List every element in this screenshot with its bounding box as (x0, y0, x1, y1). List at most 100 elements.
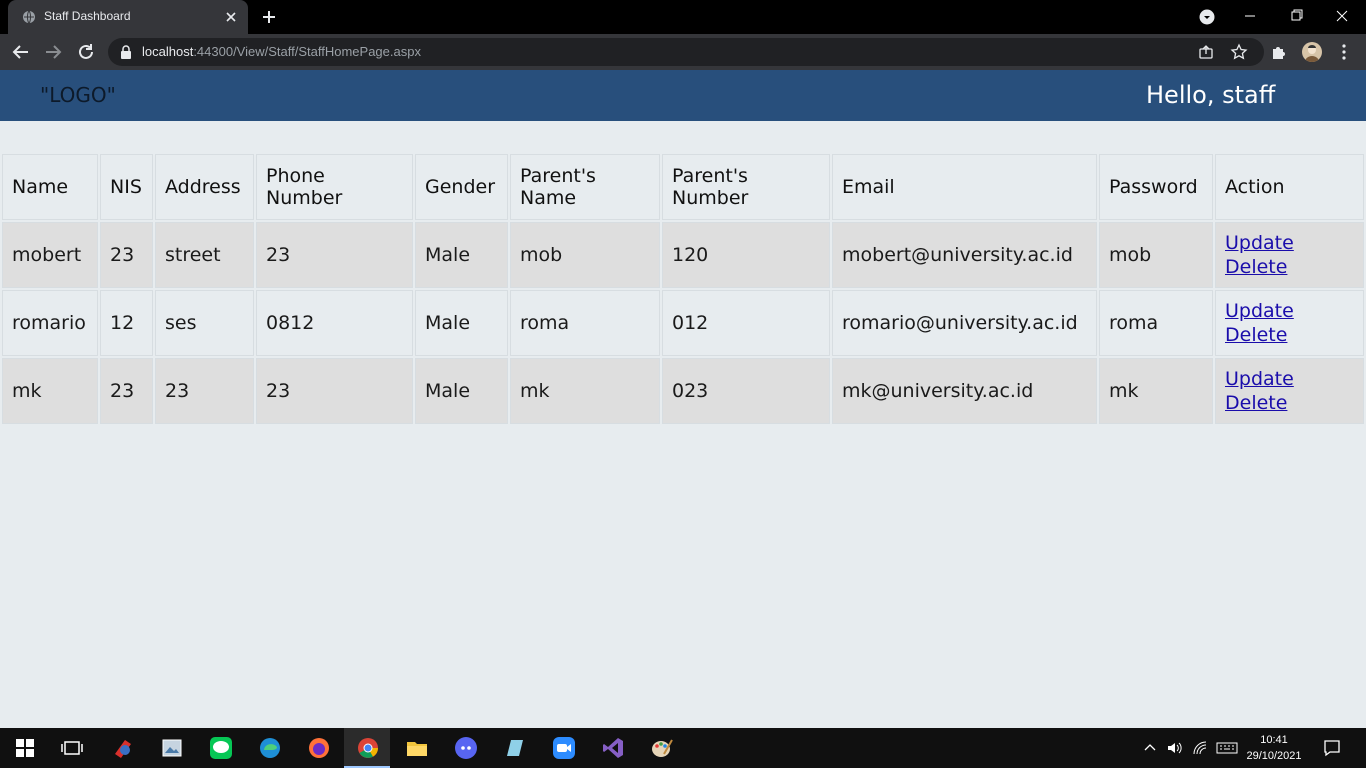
cell-parent-number: 120 (662, 222, 830, 288)
column-header-email: Email (832, 154, 1097, 220)
url-host: localhost (142, 44, 194, 59)
table-header-row: Name NIS Address Phone Number Gender Par… (2, 154, 1364, 220)
cell-password: roma (1099, 290, 1213, 356)
system-clock[interactable]: 10:41 29/10/2021 (1246, 732, 1302, 764)
cell-name: romario (2, 290, 98, 356)
cell-parent-name: mob (510, 222, 660, 288)
clock-time: 10:41 (1260, 734, 1288, 746)
url-path: :44300/View/Staff/StaffHomePage.aspx (193, 44, 421, 59)
discord-icon[interactable] (454, 736, 478, 760)
column-header-parent-name: Parent's Name (510, 154, 660, 220)
chevron-down-icon[interactable] (1199, 9, 1215, 25)
browser-toolbar: localhost:44300/View/Staff/StaffHomePage… (0, 34, 1366, 70)
cell-email: mobert@university.ac.id (832, 222, 1097, 288)
cell-password: mob (1099, 222, 1213, 288)
extensions-icon[interactable] (1270, 43, 1288, 61)
cell-name: mobert (2, 222, 98, 288)
cell-parent-name: roma (510, 290, 660, 356)
cell-address: ses (155, 290, 254, 356)
browser-tab[interactable]: Staff Dashboard (8, 0, 248, 34)
column-header-action: Action (1215, 154, 1364, 220)
image-viewer-icon[interactable] (160, 736, 184, 760)
cell-action: Update Delete (1215, 358, 1364, 424)
ccleaner-icon[interactable] (111, 736, 135, 760)
cell-email: romario@university.ac.id (832, 290, 1097, 356)
file-explorer-icon[interactable] (405, 736, 429, 760)
staff-table-container: Name NIS Address Phone Number Gender Par… (0, 152, 1366, 426)
cell-action: Update Delete (1215, 290, 1364, 356)
delete-link[interactable]: Delete (1225, 391, 1354, 415)
cell-parent-number: 012 (662, 290, 830, 356)
app-header: "LOGO" Hello, staff (0, 70, 1366, 121)
column-header-gender: Gender (415, 154, 508, 220)
column-header-address: Address (155, 154, 254, 220)
globe-icon (23, 10, 35, 24)
back-icon[interactable] (10, 41, 32, 63)
lock-icon[interactable] (120, 45, 132, 59)
keyboard-icon[interactable] (1216, 740, 1238, 756)
more-menu-icon[interactable] (1336, 43, 1352, 61)
cell-phone: 23 (256, 358, 413, 424)
visual-studio-icon[interactable] (601, 736, 625, 760)
notes-icon[interactable] (503, 736, 527, 760)
minimize-icon[interactable] (1236, 6, 1264, 26)
zoom-icon[interactable] (552, 736, 576, 760)
cell-nis: 23 (100, 358, 153, 424)
cell-parent-number: 023 (662, 358, 830, 424)
update-link[interactable]: Update (1225, 367, 1354, 391)
task-view-icon[interactable] (60, 736, 84, 760)
update-link[interactable]: Update (1225, 299, 1354, 323)
column-header-name: Name (2, 154, 98, 220)
url-text: localhost:44300/View/Staff/StaffHomePage… (142, 44, 421, 59)
cell-address: 23 (155, 358, 254, 424)
share-icon[interactable] (1198, 44, 1214, 60)
cell-password: mk (1099, 358, 1213, 424)
cell-action: Update Delete (1215, 222, 1364, 288)
cell-email: mk@university.ac.id (832, 358, 1097, 424)
cell-gender: Male (415, 222, 508, 288)
forward-icon[interactable] (42, 41, 64, 63)
notification-icon[interactable] (1322, 738, 1342, 758)
greeting-text: Hello, staff (1146, 81, 1276, 109)
column-header-phone: Phone Number (256, 154, 413, 220)
address-bar[interactable]: localhost:44300/View/Staff/StaffHomePage… (108, 38, 1264, 66)
cell-gender: Male (415, 290, 508, 356)
browser-tab-strip: Staff Dashboard (0, 0, 1366, 34)
table-row: romario 12 ses 0812 Male roma 012 romari… (2, 290, 1364, 356)
cell-gender: Male (415, 358, 508, 424)
delete-link[interactable]: Delete (1225, 323, 1354, 347)
line-icon[interactable] (209, 736, 233, 760)
edge-icon[interactable] (258, 736, 282, 760)
restore-icon[interactable] (1282, 6, 1310, 26)
close-tab-icon[interactable] (222, 8, 240, 26)
chrome-icon[interactable] (356, 736, 380, 760)
tab-title: Staff Dashboard (44, 9, 131, 23)
profile-avatar[interactable] (1302, 42, 1322, 62)
table-row: mobert 23 street 23 Male mob 120 mobert@… (2, 222, 1364, 288)
firefox-icon[interactable] (307, 736, 331, 760)
volume-icon[interactable] (1166, 740, 1182, 756)
cell-address: street (155, 222, 254, 288)
table-row: mk 23 23 23 Male mk 023 mk@university.ac… (2, 358, 1364, 424)
cell-nis: 23 (100, 222, 153, 288)
paint-icon[interactable] (650, 736, 674, 760)
start-icon[interactable] (13, 736, 37, 760)
close-window-icon[interactable] (1328, 6, 1356, 26)
column-header-nis: NIS (100, 154, 153, 220)
new-tab-icon[interactable] (260, 8, 278, 26)
cell-phone: 23 (256, 222, 413, 288)
column-header-parent-number: Parent's Number (662, 154, 830, 220)
cell-parent-name: mk (510, 358, 660, 424)
wifi-icon[interactable] (1192, 740, 1208, 756)
cell-name: mk (2, 358, 98, 424)
reload-icon[interactable] (75, 41, 97, 63)
update-link[interactable]: Update (1225, 231, 1354, 255)
bookmark-star-icon[interactable] (1230, 43, 1248, 61)
avatar-icon (1305, 45, 1319, 62)
students-table: Name NIS Address Phone Number Gender Par… (0, 152, 1366, 426)
cell-nis: 12 (100, 290, 153, 356)
delete-link[interactable]: Delete (1225, 255, 1354, 279)
column-header-password: Password (1099, 154, 1213, 220)
cell-phone: 0812 (256, 290, 413, 356)
chevron-up-icon[interactable] (1142, 740, 1158, 756)
